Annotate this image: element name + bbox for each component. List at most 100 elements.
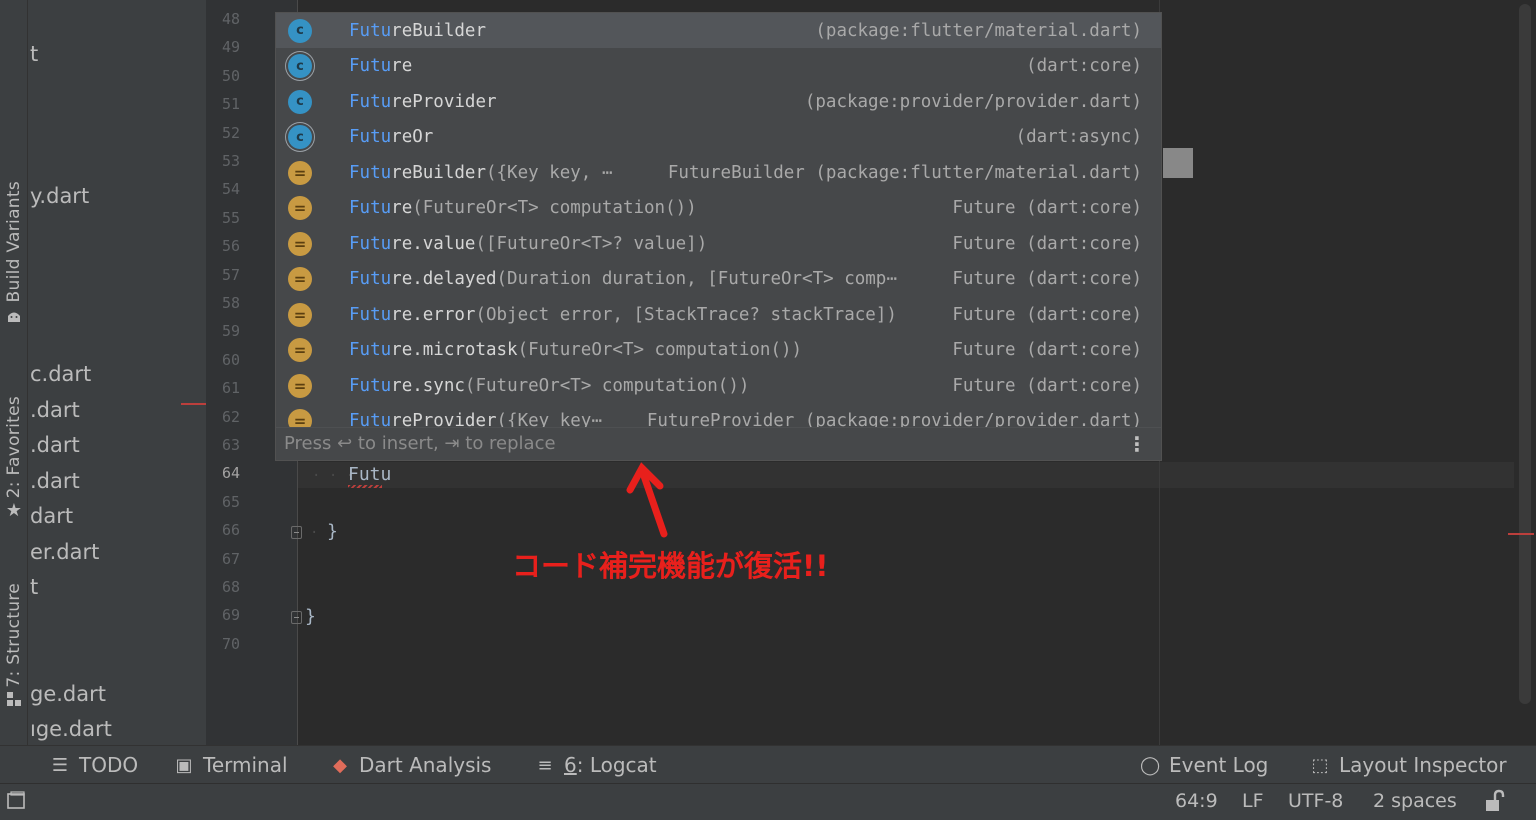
list-icon: ☰ — [51, 754, 69, 776]
scrollbar-thumb[interactable] — [1519, 4, 1531, 704]
completion-item[interactable]: c FutureBuilder (package:flutter/material.… — [276, 13, 1161, 48]
completion-item-text: Future.value([FutureOr<T>? value]) — [349, 234, 707, 254]
completion-item-rest: reBuilder — [391, 20, 486, 41]
toggle-tool-windows-icon[interactable] — [6, 790, 26, 815]
terminal-label: Terminal — [203, 753, 288, 777]
line-number: 68 — [221, 578, 240, 596]
project-file-item[interactable]: er.dart — [30, 540, 99, 564]
completion-item-match: Futu — [349, 375, 392, 396]
completion-item[interactable]: = Future.microtask(FutureOr<T> computatio… — [276, 333, 1161, 368]
event-log-icon: ◯ — [1140, 754, 1161, 776]
layout-inspector-icon: ⬚ — [1311, 754, 1329, 776]
completion-item-rest: re.value — [391, 233, 476, 254]
project-file-item[interactable]: y.dart — [30, 184, 89, 208]
dart-analysis-icon: ◆ — [333, 754, 347, 776]
completion-item-match: Futu — [349, 269, 392, 289]
more-options-icon[interactable]: ⋮ — [1127, 432, 1147, 456]
color-preview-swatch — [1163, 148, 1193, 178]
completion-item-match: Futu — [349, 233, 392, 254]
tool-window-bar: ☰ TODO ▣ Terminal ◆ Dart Analysis ≡ 6: L… — [0, 745, 1536, 783]
completion-item-params: (Object error, [StackTrace? stackTrace]) — [475, 304, 897, 325]
completion-item-rest: re.sync — [391, 375, 465, 396]
line-number: 67 — [221, 549, 240, 568]
file-encoding[interactable]: UTF-8 — [1288, 790, 1343, 812]
project-file-item[interactable]: c.dart — [30, 362, 91, 386]
line-number: 50 — [221, 66, 240, 85]
line-number: 65 — [221, 492, 240, 511]
project-file-item[interactable]: ge.dart — [30, 682, 106, 706]
dart-analysis-tool-button[interactable]: ◆ Dart Analysis — [330, 746, 491, 784]
dart-analysis-label: Dart Analysis — [359, 753, 492, 777]
project-file-item[interactable]: t — [30, 575, 38, 599]
completion-item[interactable]: = Future(FutureOr<T> computation()) Future… — [276, 191, 1161, 226]
terminal-tool-button[interactable]: ▣ Terminal — [174, 746, 288, 784]
line-number: 69 — [221, 606, 240, 625]
completion-item[interactable]: = Future.value([FutureOr<T>? value]) Futur… — [276, 226, 1161, 261]
star-icon: ★ — [5, 500, 23, 522]
completion-item-text: FutureProvider — [349, 92, 497, 112]
tab-build-variants[interactable]: Build Variants — [0, 168, 28, 340]
completion-item-rest: reOr — [391, 127, 434, 147]
completion-item[interactable]: = FutureBuilder({Key key, ⋯ FutureBuilder … — [276, 155, 1161, 190]
line-number: 63 — [221, 436, 240, 454]
completion-item-type: Future (dart:core) — [952, 375, 1142, 396]
project-file-item[interactable]: dart — [30, 504, 73, 528]
todo-label: TODO — [79, 753, 139, 777]
completion-item[interactable]: = Future.sync(FutureOr<T> computation()) F… — [276, 368, 1161, 403]
error-squiggle — [348, 485, 382, 488]
line-number: 52 — [221, 123, 240, 142]
completion-item-type: (package:flutter/material.dart) — [815, 20, 1142, 41]
line-number: 58 — [221, 294, 240, 312]
project-file-item[interactable]: .dart — [30, 469, 80, 493]
completion-item[interactable]: = Future.error(Object error, [StackTrace?… — [276, 297, 1161, 332]
annotation-text: コード補完機能が復活!! — [512, 549, 829, 583]
unlock-icon[interactable] — [1484, 789, 1506, 818]
typed-code: Futu — [348, 464, 392, 485]
completion-item-rest: re.error — [391, 304, 476, 325]
logcat-label-text: : Logcat — [576, 753, 657, 777]
line-separator[interactable]: LF — [1242, 790, 1264, 812]
completion-item-rest: reProvider — [391, 91, 497, 112]
completion-footer: Press ↩ to insert, ⇥ to replace ⋮ — [276, 427, 1161, 460]
project-file-item[interactable]: .dart — [30, 433, 80, 457]
line-number: 59 — [221, 322, 240, 341]
completion-item-type: (package:provider/provider.dart) — [804, 91, 1142, 112]
completion-item-rest: reBuilder — [391, 162, 486, 183]
logcat-tool-button[interactable]: ≡ 6: Logcat — [535, 746, 657, 784]
line-number: 60 — [221, 350, 240, 369]
line-number: 54 — [221, 180, 240, 199]
fold-marker[interactable] — [291, 526, 302, 539]
completion-item[interactable]: c Future (dart:core) — [276, 49, 1161, 84]
tab-structure-label: 7: Structure — [4, 582, 24, 688]
indent-guide-dots: · — [310, 525, 319, 541]
line-number: 51 — [221, 95, 240, 114]
structure-icon — [5, 691, 23, 709]
completion-item-text: FutureOr — [349, 127, 433, 147]
code-completion-popup: c Futu reBuilder (package:flutter/material.… — [275, 12, 1162, 461]
project-file-item[interactable]: .dart — [30, 398, 80, 422]
line-number: 62 — [221, 407, 240, 426]
event-log-label: Event Log — [1169, 753, 1269, 777]
completion-item[interactable]: c FutureOr (dart:async) — [276, 120, 1161, 155]
completion-item-text: Future.microtask(FutureOr<T> computation… — [349, 340, 802, 360]
indent-setting[interactable]: 2 spaces — [1373, 790, 1457, 812]
project-file-item[interactable]: ıge.dart — [30, 717, 112, 741]
tab-favorites[interactable]: 2: Favorites ★ — [0, 378, 28, 538]
logcat-mnemonic: 6 — [564, 753, 577, 777]
completion-item-type: Future (dart:core) — [952, 198, 1142, 218]
event-log-tool-button[interactable]: ◯ Event Log — [1140, 746, 1268, 784]
line-number: 57 — [221, 265, 240, 284]
caret-position[interactable]: 64:9 — [1175, 790, 1218, 812]
layout-inspector-tool-button[interactable]: ⬚ Layout Inspector — [1310, 746, 1506, 784]
todo-tool-button[interactable]: ☰ TODO — [50, 746, 138, 784]
class-icon: c — [288, 18, 312, 43]
constructor-icon: = — [288, 267, 312, 291]
fold-marker[interactable] — [291, 611, 302, 624]
completion-item[interactable]: = Future.delayed(Duration duration, [Futu… — [276, 262, 1161, 297]
line-number: 49 — [221, 38, 240, 57]
tab-structure[interactable]: 7: Structure — [0, 570, 28, 722]
logcat-label: 6: Logcat — [564, 753, 657, 777]
completion-item[interactable]: c FutureProvider (package:provider/provide… — [276, 84, 1161, 119]
project-file-item[interactable]: t — [30, 42, 38, 66]
terminal-icon: ▣ — [175, 754, 193, 776]
